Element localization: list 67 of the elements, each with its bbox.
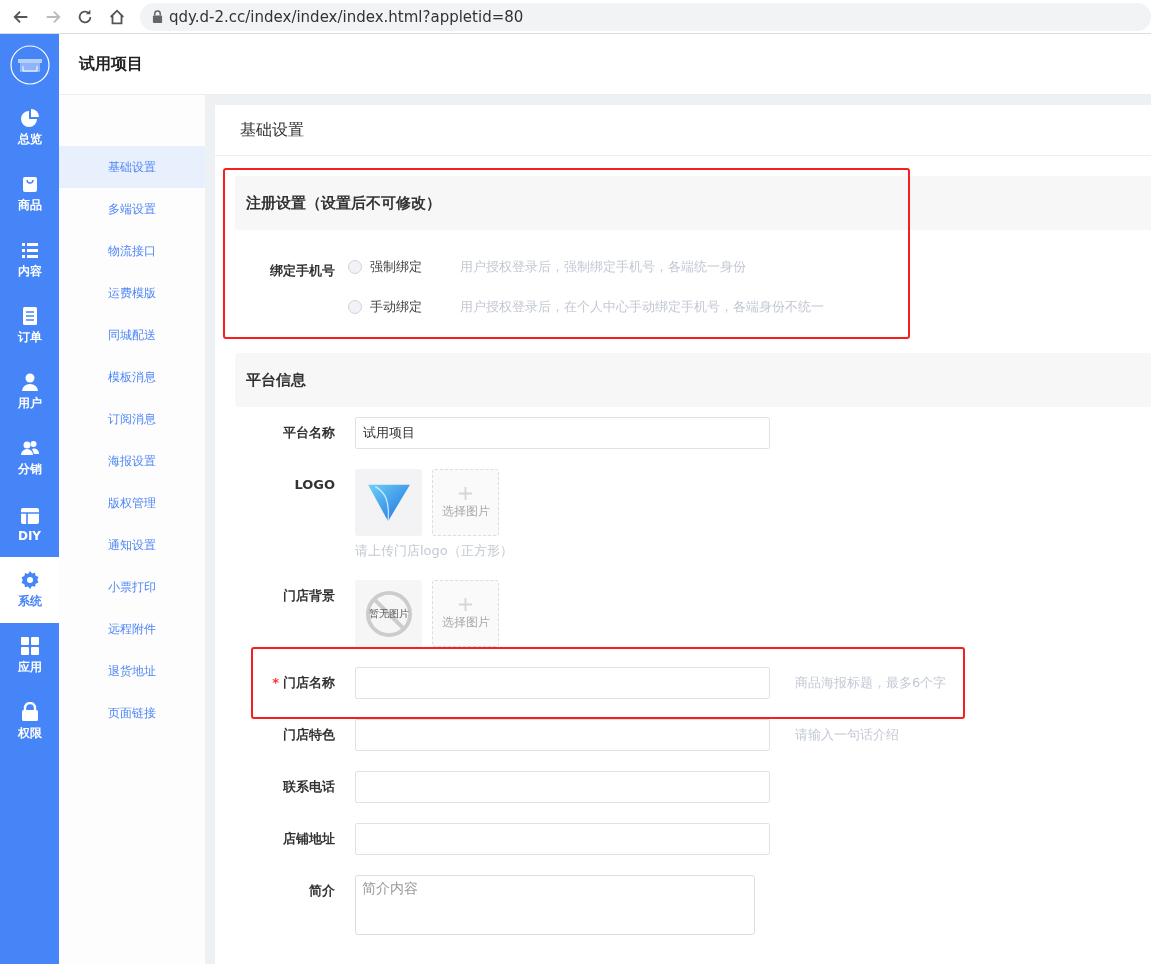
radio-button[interactable]: [348, 260, 362, 274]
text-field[interactable]: [355, 719, 770, 751]
section-header: 平台信息: [235, 353, 1151, 407]
section-header: 注册设置（设置后不可修改）: [235, 176, 1151, 230]
text-field[interactable]: [355, 771, 770, 803]
submenu-item[interactable]: 基础设置: [59, 146, 205, 188]
pie-chart-icon: [19, 108, 40, 128]
field-label: 绑定手机号: [269, 262, 335, 280]
submenu-item[interactable]: 通知设置: [59, 524, 205, 566]
radio-label: 强制绑定: [370, 258, 422, 276]
submenu-item[interactable]: 多端设置: [59, 188, 205, 230]
text-field[interactable]: [355, 823, 770, 855]
bird-logo-icon: [365, 482, 412, 523]
list-icon: [19, 240, 40, 260]
store-logo-icon[interactable]: [9, 44, 50, 85]
lock-icon: [152, 10, 163, 23]
nav-item[interactable]: 内容: [0, 227, 59, 293]
plus-icon: [458, 596, 473, 612]
submenu-item[interactable]: 页面链接: [59, 692, 205, 734]
users-icon: [19, 438, 40, 458]
field-label: 门店背景: [282, 587, 335, 605]
no-image-text: 暂无图片: [368, 606, 409, 621]
nav-item[interactable]: 分销: [0, 425, 59, 491]
text-field[interactable]: 试用项目: [355, 417, 770, 449]
required-mark: *: [272, 675, 279, 690]
field-label: 简介: [308, 882, 335, 900]
user-icon: [19, 372, 40, 392]
select-image-button[interactable]: 选择图片: [432, 580, 499, 647]
nav-item[interactable]: 用户: [0, 359, 59, 425]
field-label: 门店特色: [282, 726, 335, 744]
text-field[interactable]: [355, 667, 770, 699]
submenu-item[interactable]: 小票打印: [59, 566, 205, 608]
lock-icon: [19, 702, 40, 722]
field-label: LOGO: [293, 476, 335, 494]
prohibited-icon: [364, 589, 413, 638]
nav-item[interactable]: 应用: [0, 623, 59, 689]
address-bar[interactable]: qdy.d-2.cc/index/index/index.html?appletid=80: [140, 2, 1151, 31]
nav-item[interactable]: 系统: [0, 557, 59, 623]
submenu-item[interactable]: 运费模版: [59, 272, 205, 314]
grid-icon: [19, 636, 40, 656]
submenu-item[interactable]: 远程附件: [59, 608, 205, 650]
field-label: 联系电话: [282, 778, 335, 796]
submenu-item[interactable]: 同城配送: [59, 314, 205, 356]
url-text: qdy.d-2.cc/index/index/index.html?appletid=80: [169, 7, 524, 26]
nav-item[interactable]: 商品: [0, 161, 59, 227]
nav-item[interactable]: 总览: [0, 95, 59, 161]
field-label: 平台名称: [282, 424, 335, 442]
home-icon[interactable]: [108, 7, 126, 26]
nav-item[interactable]: DIY: [0, 491, 59, 557]
nav-item[interactable]: 订单: [0, 293, 59, 359]
field-label: * 门店名称: [271, 674, 335, 692]
textarea-field[interactable]: 简介内容: [355, 875, 755, 935]
submenu-item[interactable]: 订阅消息: [59, 398, 205, 440]
submenu-item[interactable]: 版权管理: [59, 482, 205, 524]
field-label: 店铺地址: [282, 830, 335, 848]
submenu-item[interactable]: 海报设置: [59, 440, 205, 482]
submenu-item[interactable]: 物流接口: [59, 230, 205, 272]
plus-icon: [458, 485, 473, 501]
radio-button[interactable]: [348, 300, 362, 314]
nav-item[interactable]: 权限: [0, 689, 59, 755]
card-title: 基础设置: [215, 105, 1151, 156]
settings-icon: [19, 570, 40, 590]
submenu-item[interactable]: 退货地址: [59, 650, 205, 692]
select-image-button[interactable]: 选择图片: [432, 469, 499, 536]
layout-icon: [19, 505, 40, 526]
submenu-item[interactable]: 模板消息: [59, 356, 205, 398]
radio-label: 手动绑定: [370, 298, 422, 316]
